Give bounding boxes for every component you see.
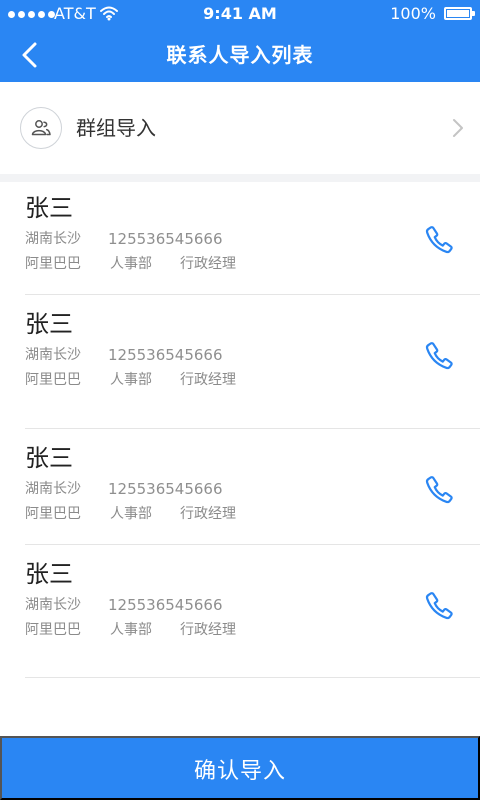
battery-percentage: 100% [390,4,436,23]
chevron-right-icon [453,119,463,137]
contact-department: 人事部 [110,622,152,638]
contact-department: 人事部 [110,372,152,388]
group-icon [20,107,62,149]
contact-item: 张三 湖南长沙 125536545666 阿里巴巴 人事部 行政经理 [0,432,480,548]
contact-position: 行政经理 [180,256,236,272]
contact-region: 湖南长沙 [25,231,81,247]
contact-region: 湖南长沙 [25,481,81,497]
navigation-bar: 联系人导入列表 [0,28,480,82]
call-button[interactable] [422,588,456,622]
contact-position: 行政经理 [180,372,236,388]
contact-company: 阿里巴巴 [25,372,81,388]
contact-name: 张三 [25,194,73,222]
group-import-row[interactable]: 群组导入 [0,82,480,174]
contact-name: 张三 [25,310,73,338]
contact-phone: 125536545666 [108,346,223,364]
phone-icon [425,342,453,370]
contact-phone: 125536545666 [108,596,223,614]
call-button[interactable] [422,472,456,506]
app-header: AT&T 9:41 AM 100% 联系人导入列表 [0,0,480,82]
contact-name: 张三 [25,444,73,472]
phone-icon [425,592,453,620]
contact-position: 行政经理 [180,506,236,522]
section-divider [0,174,480,182]
contact-company: 阿里巴巴 [25,256,81,272]
contact-phone: 125536545666 [108,480,223,498]
contact-separator [25,428,480,429]
call-button[interactable] [422,338,456,372]
contact-separator [25,677,480,678]
phone-icon [425,226,453,254]
battery-icon [444,7,475,20]
contact-import-screen: AT&T 9:41 AM 100% 联系人导入列表 群组导入 张三 湖南长沙 1… [0,0,480,800]
contact-separator [25,544,480,545]
contact-name: 张三 [25,560,73,588]
contact-region: 湖南长沙 [25,347,81,363]
contact-phone: 125536545666 [108,230,223,248]
confirm-import-button[interactable]: 确认导入 [0,736,480,800]
contact-department: 人事部 [110,256,152,272]
phone-icon [425,476,453,504]
contact-position: 行政经理 [180,622,236,638]
group-icon-glyph [31,120,51,136]
contact-department: 人事部 [110,506,152,522]
contact-company: 阿里巴巴 [25,622,81,638]
status-bar: AT&T 9:41 AM 100% [0,0,480,28]
contact-company: 阿里巴巴 [25,506,81,522]
page-title: 联系人导入列表 [166,43,314,67]
group-import-label: 群组导入 [76,116,156,140]
contact-item: 张三 湖南长沙 125536545666 阿里巴巴 人事部 行政经理 [0,298,480,414]
contact-separator [25,294,480,295]
contact-region: 湖南长沙 [25,597,81,613]
contact-item: 张三 湖南长沙 125536545666 阿里巴巴 人事部 行政经理 [0,548,480,664]
battery-level [447,10,469,17]
call-button[interactable] [422,222,456,256]
contact-item: 张三 湖南长沙 125536545666 阿里巴巴 人事部 行政经理 [0,182,480,298]
